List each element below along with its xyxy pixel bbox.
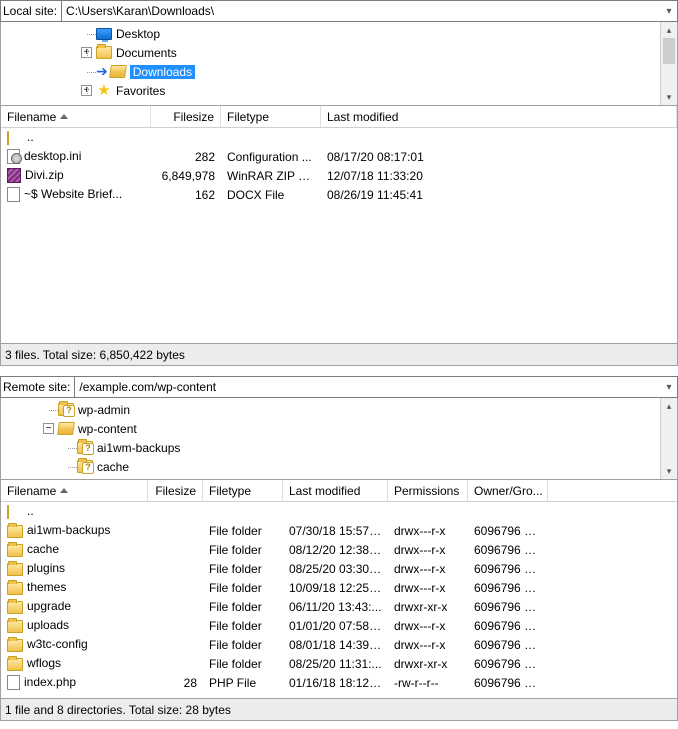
col-permissions[interactable]: Permissions	[388, 480, 468, 501]
remote-path-bar: Remote site: ▾	[0, 376, 678, 398]
list-item[interactable]: upgradeFile folder06/11/20 13:43:...drwx…	[1, 597, 677, 616]
col-filesize[interactable]: Filesize	[151, 106, 221, 127]
folder-icon	[7, 620, 23, 633]
folder-icon	[7, 582, 23, 595]
scroll-up-icon[interactable]: ▴	[661, 22, 677, 38]
folder-icon	[7, 525, 23, 538]
col-filename[interactable]: Filename	[1, 106, 151, 127]
folder-icon	[7, 639, 23, 652]
folder-open-icon	[58, 421, 74, 437]
list-item[interactable]: uploadsFile folder01/01/20 07:58:...drwx…	[1, 616, 677, 635]
chevron-down-icon[interactable]: ▾	[661, 382, 677, 393]
list-item[interactable]: themesFile folder10/09/18 12:25:...drwx-…	[1, 578, 677, 597]
list-item[interactable]: ai1wm-backupsFile folder07/30/18 15:57:.…	[1, 521, 677, 540]
tree-label: Favorites	[116, 84, 165, 98]
up-icon	[7, 506, 23, 519]
desktop-icon	[96, 26, 112, 42]
list-item[interactable]: ~$ Website Brief...162DOCX File08/26/19 …	[1, 185, 677, 204]
tree-item-documents[interactable]: + Documents	[1, 43, 660, 62]
list-item[interactable]: index.php28PHP File01/16/18 18:12:...-rw…	[1, 673, 677, 692]
remote-tree: wp-admin − wp-content ai1wm-backups cach…	[0, 398, 678, 480]
arrow-right-icon: ➔	[96, 63, 108, 80]
tree-label: Desktop	[116, 27, 160, 41]
tree-label: Downloads	[130, 65, 195, 79]
docx-icon	[7, 187, 20, 202]
local-list-header: Filename Filesize Filetype Last modified	[1, 106, 677, 128]
local-path-input[interactable]	[62, 2, 661, 20]
list-item[interactable]: w3tc-configFile folder08/01/18 14:39:...…	[1, 635, 677, 654]
tree-label: wp-content	[78, 422, 137, 436]
up-icon	[7, 132, 23, 145]
list-item[interactable]: ..	[1, 502, 677, 521]
tree-item-wp-content[interactable]: − wp-content	[1, 419, 660, 438]
list-item[interactable]: cacheFile folder08/12/20 12:38:...drwx--…	[1, 540, 677, 559]
tree-item-wp-admin[interactable]: wp-admin	[1, 400, 660, 419]
zip-icon	[7, 168, 21, 183]
list-item[interactable]: Divi.zip6,849,978WinRAR ZIP ar...12/07/1…	[1, 166, 677, 185]
col-modified[interactable]: Last modified	[283, 480, 388, 501]
scroll-down-icon[interactable]: ▾	[661, 89, 677, 105]
tree-item-desktop[interactable]: Desktop	[1, 24, 660, 43]
remote-label: Remote site:	[1, 380, 74, 394]
col-filename[interactable]: Filename	[1, 480, 148, 501]
tree-label: Documents	[116, 46, 177, 60]
tree-label: ai1wm-backups	[97, 441, 180, 455]
list-item[interactable]: pluginsFile folder08/25/20 03:30:...drwx…	[1, 559, 677, 578]
list-item[interactable]: wflogsFile folder08/25/20 11:31:...drwxr…	[1, 654, 677, 673]
local-label: Local site:	[1, 4, 61, 18]
folder-icon	[7, 601, 23, 614]
list-item[interactable]: desktop.ini282Configuration ...08/17/20 …	[1, 147, 677, 166]
tree-item-favorites[interactable]: + ★ Favorites	[1, 81, 660, 100]
folder-open-icon	[110, 64, 126, 80]
folder-icon	[96, 45, 112, 61]
scroll-down-icon[interactable]: ▾	[661, 463, 677, 479]
php-icon	[7, 675, 20, 690]
scrollbar[interactable]: ▴ ▾	[660, 22, 677, 105]
col-modified[interactable]: Last modified	[321, 106, 677, 127]
local-status-bar: 3 files. Total size: 6,850,422 bytes	[0, 344, 678, 366]
status-text: 1 file and 8 directories. Total size: 28…	[5, 703, 231, 717]
scroll-thumb[interactable]	[663, 38, 675, 64]
local-path-input-wrap[interactable]: ▾	[61, 1, 677, 21]
folder-icon	[7, 544, 23, 557]
folder-icon	[7, 658, 23, 671]
star-icon: ★	[96, 83, 112, 99]
local-tree: Desktop + Documents ➔ Downloads + ★ Favo…	[0, 22, 678, 106]
folder-unknown-icon	[77, 440, 93, 456]
scroll-up-icon[interactable]: ▴	[661, 398, 677, 414]
scrollbar[interactable]: ▴ ▾	[660, 398, 677, 479]
col-owner[interactable]: Owner/Gro...	[468, 480, 548, 501]
col-filetype[interactable]: Filetype	[221, 106, 321, 127]
ini-icon	[7, 149, 20, 164]
chevron-down-icon[interactable]: ▾	[661, 6, 677, 17]
folder-icon	[7, 563, 23, 576]
local-path-bar: Local site: ▾	[0, 0, 678, 22]
remote-status-bar: 1 file and 8 directories. Total size: 28…	[0, 699, 678, 721]
local-file-list: Filename Filesize Filetype Last modified…	[0, 106, 678, 344]
tree-label: cache	[97, 460, 129, 474]
remote-list-header: Filename Filesize Filetype Last modified…	[1, 480, 677, 502]
tree-item-downloads[interactable]: ➔ Downloads	[1, 62, 660, 81]
remote-file-list: Filename Filesize Filetype Last modified…	[0, 480, 678, 699]
folder-unknown-icon	[77, 459, 93, 475]
collapse-icon[interactable]: −	[43, 423, 54, 434]
tree-item-cache[interactable]: cache	[1, 457, 660, 476]
col-filetype[interactable]: Filetype	[203, 480, 283, 501]
col-filesize[interactable]: Filesize	[148, 480, 203, 501]
remote-path-input[interactable]	[75, 378, 661, 396]
tree-label: wp-admin	[78, 403, 130, 417]
folder-unknown-icon	[58, 402, 74, 418]
remote-path-input-wrap[interactable]: ▾	[74, 377, 677, 397]
list-item[interactable]: ..	[1, 128, 677, 147]
tree-item-ai1wm[interactable]: ai1wm-backups	[1, 438, 660, 457]
status-text: 3 files. Total size: 6,850,422 bytes	[5, 348, 185, 362]
